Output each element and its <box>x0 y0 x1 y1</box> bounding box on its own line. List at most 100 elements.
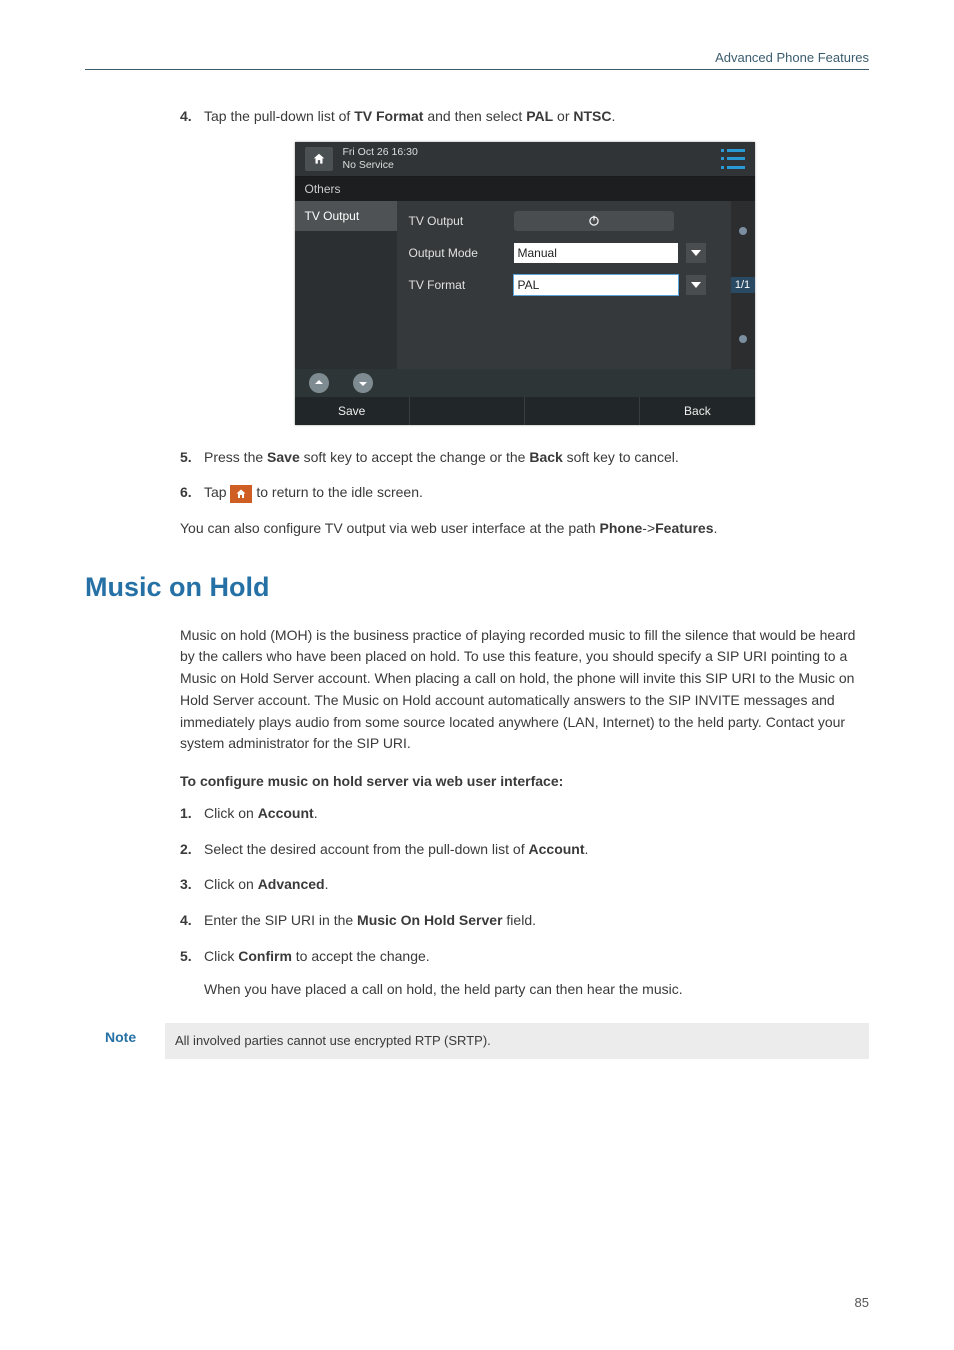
page-number: 85 <box>855 1295 869 1310</box>
step-text: Select the desired account from the pull… <box>204 839 869 861</box>
step-5: 5. Press the Save soft key to accept the… <box>180 447 869 469</box>
text: Click on <box>204 805 258 821</box>
status-bar: Fri Oct 26 16:30 No Service <box>295 142 755 177</box>
text: soft key to cancel. <box>563 449 679 465</box>
sub-heading: To configure music on hold server via we… <box>180 773 869 789</box>
text: to accept the change. <box>292 948 430 964</box>
form-area: TV Output Output Mode Manual <box>397 201 731 369</box>
page-indicator: 1/1 <box>731 277 755 293</box>
step-number: 4. <box>180 106 204 128</box>
text: soft key to accept the change or the <box>300 449 530 465</box>
nav-icons <box>295 369 755 397</box>
bold: Save <box>267 449 300 465</box>
text: . <box>612 108 616 124</box>
home-icon[interactable] <box>305 147 333 171</box>
text: to return to the idle screen. <box>252 484 422 500</box>
sidebar: TV Output <box>295 201 397 369</box>
text: and then select <box>423 108 526 124</box>
step-number: 6. <box>180 482 204 504</box>
step-text: Tap to return to the idle screen. <box>204 482 869 504</box>
tv-format-select[interactable]: PAL <box>514 275 678 295</box>
text: or <box>553 108 573 124</box>
status-service: No Service <box>343 159 418 172</box>
text: Press the <box>204 449 267 465</box>
softkey-blank <box>525 397 640 425</box>
text: Enter the SIP URI in the <box>204 912 357 928</box>
note: Note All involved parties cannot use enc… <box>105 1023 869 1059</box>
bold: PAL <box>526 108 553 124</box>
menu-icon[interactable] <box>721 149 745 169</box>
step-2: 2. Select the desired account from the p… <box>180 839 869 861</box>
row-label: Output Mode <box>409 246 514 260</box>
note-label: Note <box>105 1023 165 1045</box>
sidebar-item-tv-output[interactable]: TV Output <box>295 201 397 231</box>
chevron-down-icon[interactable] <box>686 275 706 295</box>
step-text: Tap the pull-down list of TV Format and … <box>204 106 869 128</box>
step-6: 6. Tap to return to the idle screen. <box>180 482 869 504</box>
step-4b: 4. Enter the SIP URI in the Music On Hol… <box>180 910 869 932</box>
arrow-down-icon[interactable] <box>353 373 373 393</box>
step-number: 1. <box>180 803 204 825</box>
step-text: Click on Account. <box>204 803 869 825</box>
home-icon <box>230 485 252 503</box>
scroll-indicator: 1/1 <box>731 201 755 369</box>
bold: Account <box>529 841 585 857</box>
text: You can also configure TV output via web… <box>180 520 600 536</box>
scroll-dot-icon <box>739 335 747 343</box>
bold: TV Format <box>354 108 423 124</box>
row-label: TV Output <box>409 214 514 228</box>
softkey-bar: Save Back <box>295 397 755 425</box>
text: Tap the pull-down list of <box>204 108 354 124</box>
text: Tap <box>204 484 230 500</box>
bold: Advanced <box>258 876 325 892</box>
step-text: Enter the SIP URI in the Music On Hold S… <box>204 910 869 932</box>
text: . <box>325 876 329 892</box>
step-number: 4. <box>180 910 204 932</box>
bold: Back <box>529 449 562 465</box>
select-value: Manual <box>518 246 557 260</box>
bold: Account <box>258 805 314 821</box>
step-3: 3. Click on Advanced. <box>180 874 869 896</box>
paragraph: Music on hold (MOH) is the business prac… <box>180 625 869 755</box>
text: field. <box>503 912 536 928</box>
bold: Music On Hold Server <box>357 912 502 928</box>
text: Click <box>204 948 238 964</box>
scroll-dot-icon <box>739 227 747 235</box>
step-tail: When you have placed a call on hold, the… <box>204 979 869 1001</box>
step-number: 5. <box>180 946 204 1001</box>
bold: Confirm <box>238 948 292 964</box>
step-1: 1. Click on Account. <box>180 803 869 825</box>
back-softkey[interactable]: Back <box>640 397 754 425</box>
tab-bar: Others <box>295 177 755 201</box>
text: . <box>314 805 318 821</box>
step-text: Click Confirm to accept the change. When… <box>204 946 869 1001</box>
tab-label: Others <box>305 182 341 196</box>
step-text: Press the Save soft key to accept the ch… <box>204 447 869 469</box>
section-heading: Music on Hold <box>85 572 869 603</box>
select-value: PAL <box>518 278 540 292</box>
step-5b: 5. Click Confirm to accept the change. W… <box>180 946 869 1001</box>
text: Select the desired account from the pull… <box>204 841 529 857</box>
phone-screenshot: Fri Oct 26 16:30 No Service Others TV Ou… <box>295 142 755 425</box>
tv-output-toggle[interactable] <box>514 211 674 231</box>
status-text: Fri Oct 26 16:30 No Service <box>343 146 418 171</box>
softkey-blank <box>410 397 525 425</box>
step-4: 4. Tap the pull-down list of TV Format a… <box>180 106 869 128</box>
text: . <box>585 841 589 857</box>
save-softkey[interactable]: Save <box>295 397 410 425</box>
status-time: Fri Oct 26 16:30 <box>343 146 418 159</box>
output-mode-select[interactable]: Manual <box>514 243 678 263</box>
note-body: All involved parties cannot use encrypte… <box>165 1023 869 1059</box>
text: . <box>713 520 717 536</box>
paragraph: You can also configure TV output via web… <box>180 518 869 540</box>
row-label: TV Format <box>409 278 514 292</box>
arrow-up-icon[interactable] <box>309 373 329 393</box>
bold: Phone <box>600 520 643 536</box>
step-number: 2. <box>180 839 204 861</box>
step-number: 3. <box>180 874 204 896</box>
step-text: Click on Advanced. <box>204 874 869 896</box>
chevron-down-icon[interactable] <box>686 243 706 263</box>
bold: NTSC <box>573 108 611 124</box>
step-number: 5. <box>180 447 204 469</box>
page-header: Advanced Phone Features <box>85 50 869 70</box>
